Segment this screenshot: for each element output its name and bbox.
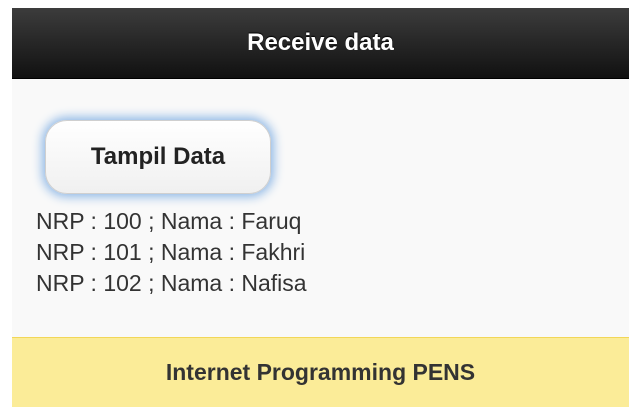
results-list: NRP : 100 ; Nama : Faruq NRP : 101 ; Nam… [36,206,307,299]
show-data-button[interactable]: Tampil Data [45,120,271,194]
main-content: Tampil Data NRP : 100 ; Nama : Faruq NRP… [12,79,629,337]
result-row: NRP : 100 ; Nama : Faruq [36,208,302,234]
page-header: Receive data [12,8,629,79]
result-row: NRP : 102 ; Nama : Nafisa [36,270,307,296]
page-title: Receive data [247,29,394,56]
result-row: NRP : 101 ; Nama : Fakhri [36,239,306,265]
page: Receive data Tampil Data NRP : 100 ; Nam… [0,0,629,407]
footer-text: Internet Programming PENS [165,359,476,385]
page-footer: Internet Programming PENS [12,337,629,407]
